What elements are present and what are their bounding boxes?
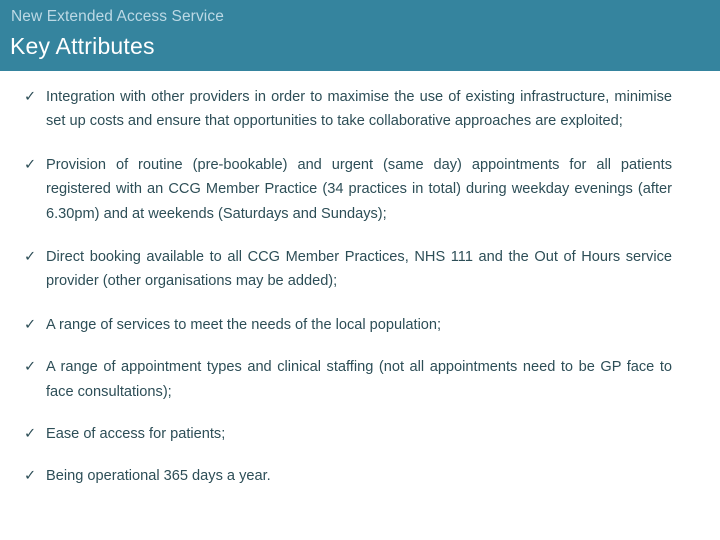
slide: New Extended Access Service Key Attribut… <box>0 0 720 540</box>
list-item-label: Integration with other providers in orde… <box>46 89 672 130</box>
list-item-label: Provision of routine (pre-bookable) and … <box>46 156 672 222</box>
checkmark-icon: ✓ <box>24 426 37 443</box>
checkmark-icon: ✓ <box>24 249 37 266</box>
checkmark-icon: ✓ <box>24 316 37 333</box>
list-item: ✓ A range of appointment types and clini… <box>0 355 720 404</box>
list-item: ✓ Integration with other providers in or… <box>0 85 720 134</box>
checkmark-icon: ✓ <box>24 359 37 376</box>
list-item: ✓ Being operational 365 days a year. <box>0 464 720 488</box>
checkmark-icon: ✓ <box>24 156 37 173</box>
list-item-label: Being operational 365 days a year. <box>46 468 271 485</box>
list-item-label: Ease of access for patients; <box>46 426 226 443</box>
key-attributes-list: ✓ Integration with other providers in or… <box>0 85 720 489</box>
checkmark-icon: ✓ <box>24 468 37 485</box>
checkmark-icon: ✓ <box>24 89 37 105</box>
list-item: ✓ Direct booking available to all CCG Me… <box>0 245 720 294</box>
list-item-label: A range of appointment types and clinica… <box>46 359 672 400</box>
list-item: ✓ Ease of access for patients; <box>0 422 720 446</box>
header-eyebrow-text: New Extended Access Service <box>11 8 224 25</box>
list-item: ✓ A range of services to meet the needs … <box>0 313 720 337</box>
list-item: ✓ Provision of routine (pre-bookable) an… <box>0 153 720 226</box>
slide-header: New Extended Access Service Key Attribut… <box>0 0 720 71</box>
slide-body: ✓ Integration with other providers in or… <box>0 71 720 540</box>
page-title: Key Attributes <box>10 33 155 59</box>
list-item-label: A range of services to meet the needs of… <box>46 316 442 333</box>
list-item-label: Direct booking available to all CCG Memb… <box>46 249 672 290</box>
